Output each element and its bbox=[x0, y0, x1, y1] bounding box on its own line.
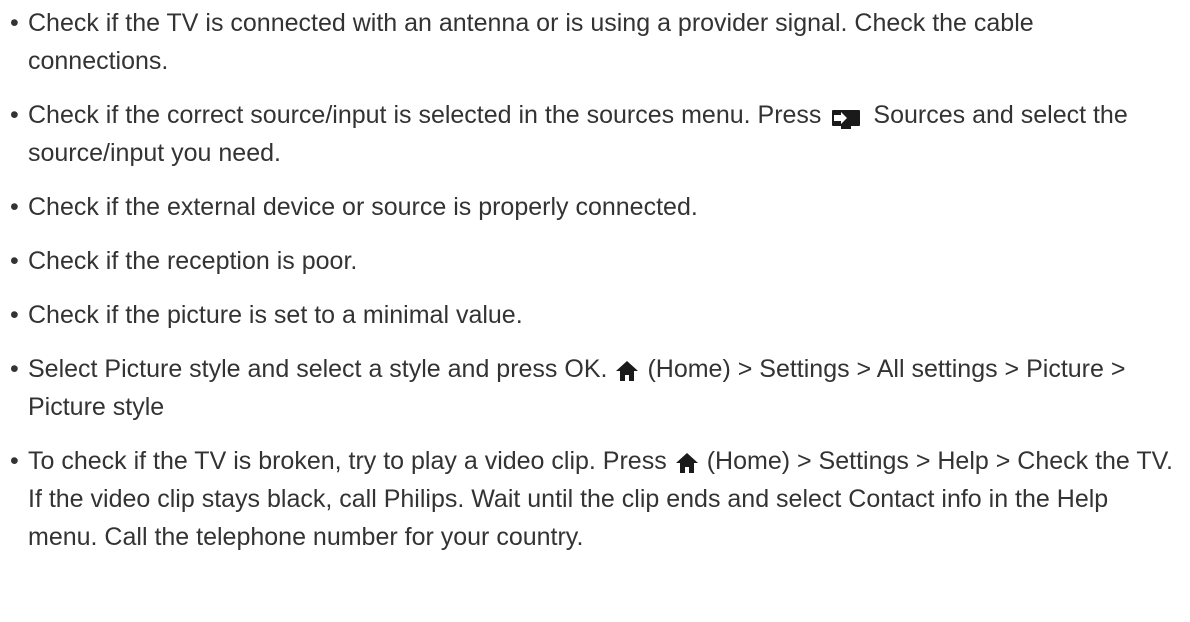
item-text: Check if the picture is set to a minimal… bbox=[28, 301, 523, 329]
item-text: Check if the TV is connected with an ant… bbox=[28, 9, 1034, 75]
item-text-before: To check if the TV is broken, try to pla… bbox=[28, 447, 667, 475]
home-icon bbox=[615, 355, 639, 382]
list-item: To check if the TV is broken, try to pla… bbox=[8, 442, 1178, 556]
troubleshooting-list: Check if the TV is connected with an ant… bbox=[0, 4, 1190, 556]
item-text-before: Check if the correct source/input is sel… bbox=[28, 101, 822, 129]
item-text: Check if the reception is poor. bbox=[28, 247, 358, 275]
sources-icon bbox=[831, 102, 861, 130]
list-item: Select Picture style and select a style … bbox=[8, 350, 1178, 426]
list-item: Check if the reception is poor. bbox=[8, 242, 1178, 280]
home-icon bbox=[675, 447, 699, 474]
item-text: Check if the external device or source i… bbox=[28, 193, 698, 221]
list-item: Check if the correct source/input is sel… bbox=[8, 96, 1178, 172]
list-item: Check if the picture is set to a minimal… bbox=[8, 296, 1178, 334]
item-text-before: Select Picture style and select a style … bbox=[28, 355, 608, 383]
list-item: Check if the TV is connected with an ant… bbox=[8, 4, 1178, 80]
list-item: Check if the external device or source i… bbox=[8, 188, 1178, 226]
